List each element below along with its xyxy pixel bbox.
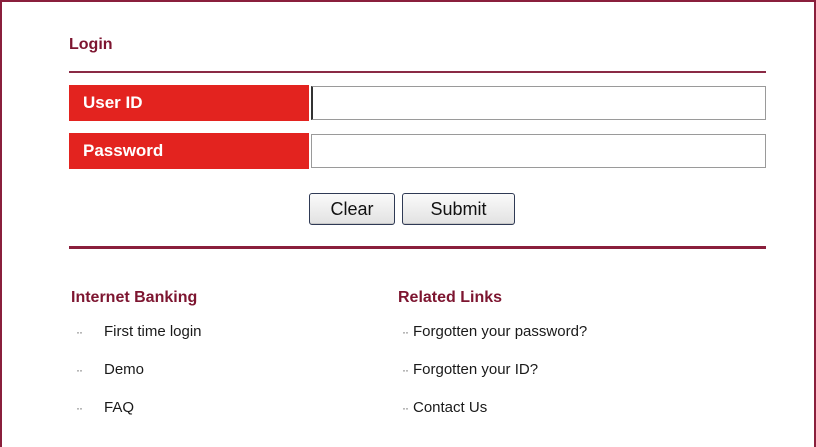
password-label: Password <box>69 133 309 169</box>
user-id-label: User ID <box>69 85 309 121</box>
divider <box>69 71 766 73</box>
forgotten-id-link[interactable]: Forgotten your ID? <box>413 361 538 378</box>
bullet-icon: ·· <box>76 325 83 339</box>
divider <box>69 246 766 249</box>
clear-button[interactable]: Clear <box>309 193 395 225</box>
contact-us-link[interactable]: Contact Us <box>413 399 487 416</box>
internet-banking-heading: Internet Banking <box>71 289 198 306</box>
bullet-icon: ·· <box>402 363 409 377</box>
first-time-login-link[interactable]: First time login <box>104 323 202 340</box>
login-title: Login <box>69 36 113 53</box>
related-links-heading: Related Links <box>398 289 503 306</box>
demo-link[interactable]: Demo <box>104 361 144 378</box>
bullet-icon: ·· <box>402 325 409 339</box>
submit-button[interactable]: Submit <box>402 193 515 225</box>
faq-link[interactable]: FAQ <box>104 399 134 416</box>
bullet-icon: ·· <box>76 363 83 377</box>
bullet-icon: ·· <box>402 401 409 415</box>
bullet-icon: ·· <box>76 401 83 415</box>
forgotten-password-link[interactable]: Forgotten your password? <box>413 323 587 340</box>
user-id-input[interactable] <box>311 86 766 120</box>
password-input[interactable] <box>311 134 766 168</box>
